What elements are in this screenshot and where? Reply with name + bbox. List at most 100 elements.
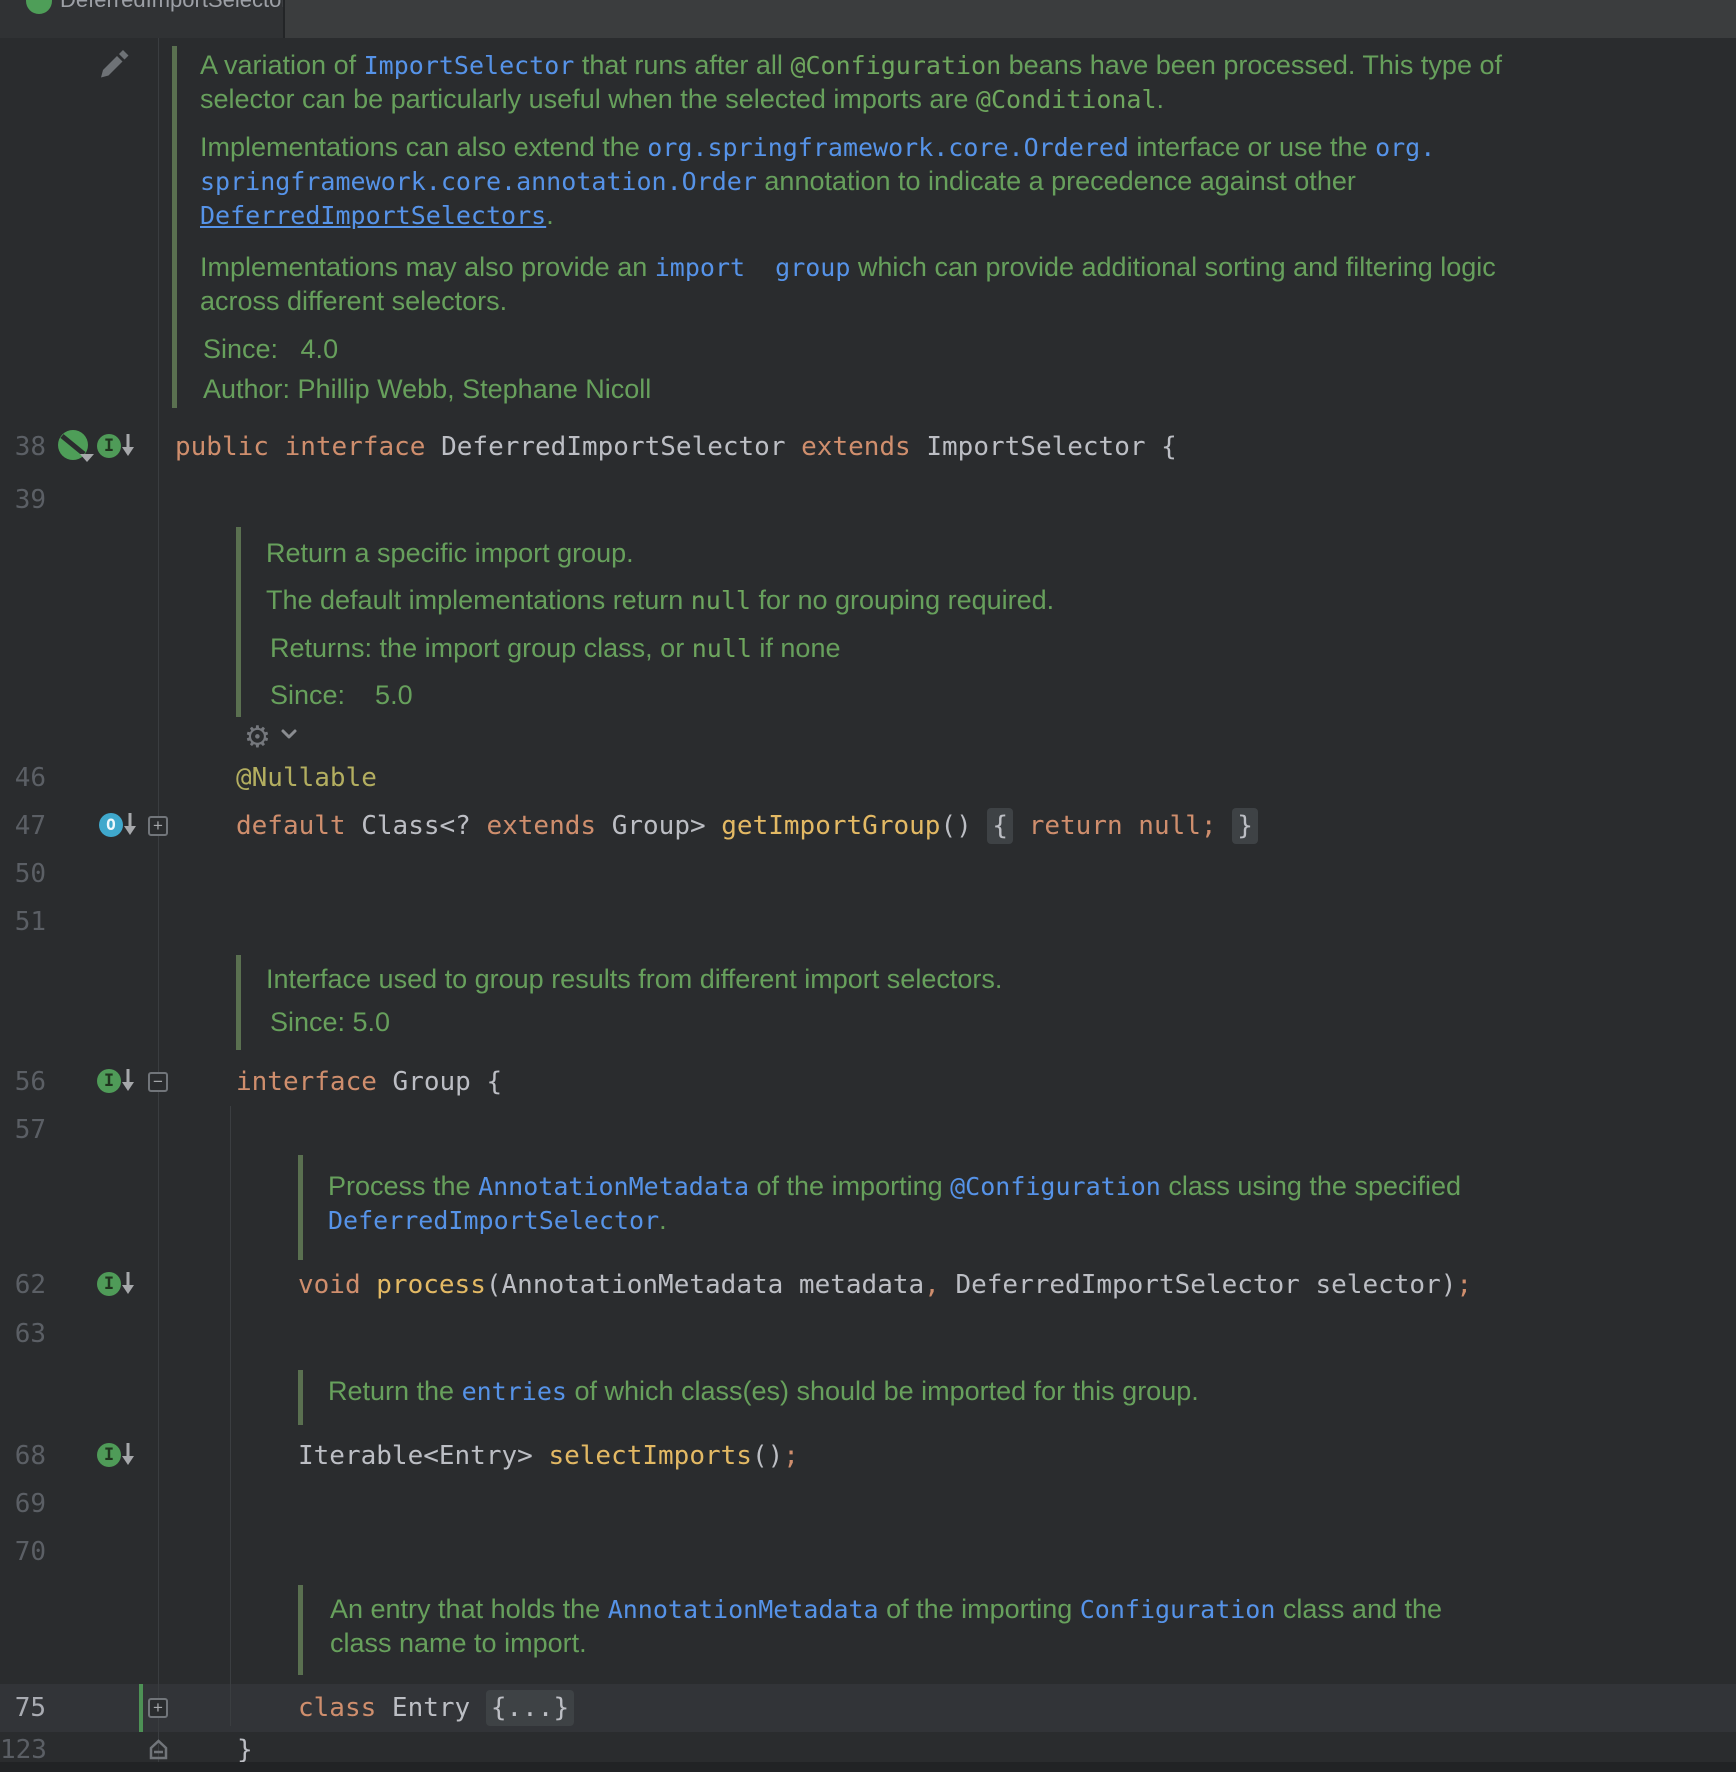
- line-number[interactable]: 57: [0, 1106, 46, 1154]
- vcs-change-marker[interactable]: [139, 1684, 143, 1732]
- doc-text: that runs after all: [574, 50, 790, 80]
- implemented-icon[interactable]: I: [97, 434, 121, 458]
- doc-text: interface or use the: [1129, 132, 1375, 162]
- doc-link[interactable]: DeferredImportSelectors: [200, 201, 546, 230]
- code-token: ,: [924, 1270, 940, 1300]
- code-line[interactable]: public interface DeferredImportSelector …: [175, 423, 1177, 471]
- doc-code-ref: entries: [462, 1377, 567, 1406]
- line-number[interactable]: 39: [0, 476, 46, 524]
- doc-text: the import group class, or: [380, 633, 692, 663]
- implemented-circle: I: [97, 1272, 121, 1296]
- code-token: DeferredImportSelector: [441, 432, 801, 462]
- line-number[interactable]: 68: [0, 1432, 46, 1480]
- code-token: ;: [783, 1441, 799, 1471]
- doc-code-ref: AnnotationMetadata: [608, 1595, 879, 1624]
- code-line[interactable]: class Entry {...}: [298, 1684, 574, 1732]
- code-token: Group {: [393, 1067, 503, 1097]
- group-interface-javadoc-line: Interface used to group results from dif…: [266, 959, 1002, 999]
- doc-code-ref: @Configuration: [950, 1172, 1161, 1201]
- get-import-group-javadoc-line: The default implementations return null …: [266, 580, 1054, 620]
- implemented-icon[interactable]: I: [97, 1443, 121, 1467]
- code-line[interactable]: default Class<? extends Group> getImport…: [236, 802, 1258, 850]
- code-token: [972, 811, 988, 841]
- code-token: Iterable<Entry>: [298, 1441, 548, 1471]
- implemented-icon[interactable]: I: [97, 1069, 121, 1093]
- doc-code-ref: springframework.core.annotation.Order: [200, 167, 757, 196]
- class-javadoc-bar: [172, 46, 177, 408]
- code-token: Group>: [612, 811, 722, 841]
- doc-code-ref: ImportSelector: [364, 51, 575, 80]
- code-token: }: [237, 1735, 253, 1765]
- code-token: Entry: [392, 1693, 486, 1723]
- doc-text: class name to import.: [330, 1628, 587, 1658]
- tab-filename: DeferredImportSelector.java: [60, 0, 283, 16]
- doc-code-ref: @Configuration: [790, 51, 1001, 80]
- doc-code-ref: org.springframework.core.Ordered: [647, 133, 1129, 162]
- line-number[interactable]: 38: [0, 423, 46, 471]
- overridden-circle: O: [99, 813, 123, 837]
- doc-text: A variation of: [200, 50, 364, 80]
- doc-text: Interface used to group results from dif…: [266, 964, 1002, 994]
- implemented-icon[interactable]: I: [97, 1272, 121, 1296]
- code-token: extends: [486, 811, 611, 841]
- line-number[interactable]: 69: [0, 1480, 46, 1528]
- line-number[interactable]: 63: [0, 1310, 46, 1358]
- doc-code-ref: @Conditional: [976, 85, 1157, 114]
- line-number[interactable]: 51: [0, 898, 46, 946]
- doc-text: class using the specified: [1161, 1171, 1461, 1201]
- code-token: interface: [236, 1067, 393, 1097]
- tab-deferred-import-selector[interactable]: DeferredImportSelector.java: [0, 0, 283, 38]
- get-import-group-javadoc-line: Return a specific import group.: [266, 533, 634, 573]
- pencil-icon[interactable]: [92, 40, 132, 80]
- inlay-options-row[interactable]: ⚙: [244, 720, 299, 756]
- folded-region[interactable]: {...}: [486, 1690, 574, 1726]
- line-number[interactable]: 75: [0, 1684, 46, 1732]
- fold-expand-icon[interactable]: +: [148, 1698, 168, 1718]
- code-line[interactable]: Iterable<Entry> selectImports();: [298, 1432, 799, 1480]
- fold-expand-icon[interactable]: +: [148, 816, 168, 836]
- gear-icon[interactable]: ⚙: [244, 720, 271, 755]
- line-number[interactable]: 56: [0, 1058, 46, 1106]
- code-line[interactable]: @Nullable: [236, 754, 377, 802]
- code-token: selectImports: [548, 1441, 752, 1471]
- status-bar-edge: [0, 1762, 1736, 1772]
- process-method-javadoc-line: DeferredImportSelector.: [328, 1200, 667, 1240]
- doc-text: Implementations may also provide an: [200, 252, 655, 282]
- code-token: (AnnotationMetadata metadata: [486, 1270, 924, 1300]
- line-number[interactable]: 46: [0, 754, 46, 802]
- doc-text: Since: 4.0: [203, 334, 338, 364]
- code-token: class: [298, 1693, 392, 1723]
- chevron-down-icon[interactable]: [279, 727, 299, 741]
- doc-text: An entry that holds the: [330, 1594, 608, 1624]
- implemented-circle: I: [97, 1443, 121, 1467]
- doc-text: of the importing: [749, 1171, 950, 1201]
- line-number[interactable]: 70: [0, 1528, 46, 1576]
- line-number[interactable]: 62: [0, 1261, 46, 1309]
- code-token: public interface: [175, 432, 441, 462]
- doc-code-ref: org.: [1375, 133, 1435, 162]
- code-line[interactable]: interface Group {: [236, 1058, 502, 1106]
- line-number[interactable]: 50: [0, 850, 46, 898]
- code-token: ;: [1456, 1270, 1472, 1300]
- doc-text: Since: 5.0: [270, 680, 413, 710]
- implemented-circle: I: [97, 1069, 121, 1093]
- code-token: [1013, 811, 1029, 841]
- doc-text: across different selectors.: [200, 286, 507, 316]
- code-line[interactable]: void process(AnnotationMetadata metadata…: [298, 1261, 1472, 1309]
- get-import-group-javadoc-bar: [236, 527, 241, 717]
- doc-text: class and the: [1275, 1594, 1442, 1624]
- overridden-icon[interactable]: O: [99, 813, 123, 837]
- folded-region[interactable]: {: [987, 808, 1013, 844]
- tab-separator: [283, 0, 285, 38]
- folded-region[interactable]: }: [1232, 808, 1258, 844]
- group-interface-javadoc-bar: [236, 955, 241, 1050]
- spring-bean-icon[interactable]: [56, 429, 94, 470]
- gutter-separator: [158, 38, 159, 1764]
- doc-text: for no grouping required.: [751, 585, 1054, 615]
- fold-collapse-icon[interactable]: −: [148, 1072, 168, 1092]
- implemented-circle: I: [97, 434, 121, 458]
- code-token: DeferredImportSelector selector): [940, 1270, 1457, 1300]
- code-token: ImportSelector {: [926, 432, 1176, 462]
- line-number[interactable]: 47: [0, 802, 46, 850]
- doc-text: Returns:: [270, 633, 380, 663]
